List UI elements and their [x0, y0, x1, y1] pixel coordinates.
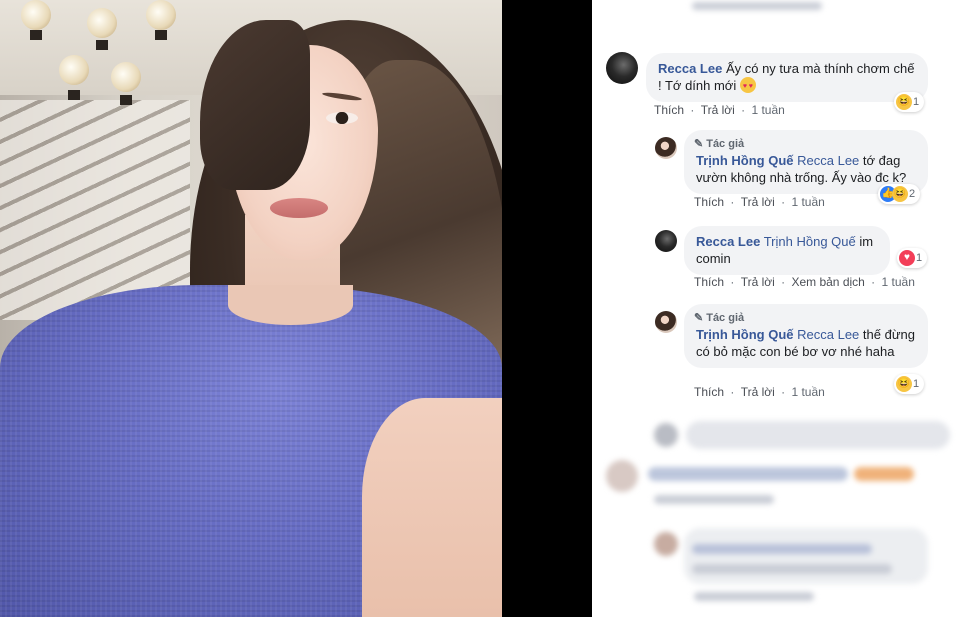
timestamp[interactable]: 1 tuần — [791, 195, 824, 209]
comment-author[interactable]: Recca Lee — [658, 61, 722, 76]
comment-actions: Thích · Trả lời · 1 tuần — [694, 195, 825, 209]
comment-actions: Thích · Trả lời · 1 tuần — [694, 385, 825, 399]
blurred-top-text — [692, 0, 842, 14]
timestamp[interactable]: 1 tuần — [882, 275, 915, 289]
love-reaction-icon: ♥ — [899, 250, 915, 266]
haha-reaction-icon: 😆 — [892, 186, 908, 202]
blurred-reply-box — [592, 415, 960, 455]
like-link[interactable]: Thích — [654, 103, 684, 117]
comment-bubble: ✎ Tác giả Trịnh Hồng Quế Recca Lee thế đừ… — [684, 304, 928, 368]
blurred-comment — [592, 455, 960, 515]
light-bulb — [111, 62, 141, 92]
mention[interactable]: Recca Lee — [797, 153, 859, 168]
avatar[interactable] — [655, 311, 677, 333]
lamp-cap — [96, 40, 108, 50]
like-link[interactable]: Thích — [694, 195, 724, 209]
lamp-cap — [30, 30, 42, 40]
author-badge: ✎ Tác giả — [694, 310, 744, 327]
reply-link[interactable]: Trả lời — [701, 103, 735, 117]
author-badge: ✎ Tác giả — [694, 136, 744, 153]
lamp-cap — [155, 30, 167, 40]
light-bulb — [21, 0, 51, 30]
lamp-cap — [120, 95, 132, 105]
neckline — [228, 285, 353, 325]
light-bulb — [59, 55, 89, 85]
reaction-count[interactable]: 😆 1 — [894, 92, 925, 112]
reaction-count[interactable]: 👍 😆 2 — [878, 184, 921, 204]
comment-actions: Thích · Trả lời · 1 tuần — [654, 103, 785, 117]
timestamp[interactable]: 1 tuần — [751, 103, 784, 117]
reply-link[interactable]: Trả lời — [741, 275, 775, 289]
pencil-icon: ✎ — [694, 312, 704, 324]
avatar[interactable] — [606, 52, 638, 84]
light-bulb — [87, 8, 117, 38]
mention[interactable]: Recca Lee — [797, 327, 859, 342]
see-translation-link[interactable]: Xem bản dịch — [791, 275, 864, 289]
haha-reaction-icon: 😆 — [896, 376, 912, 392]
eye — [326, 112, 358, 124]
comment-author[interactable]: Recca Lee — [696, 234, 760, 249]
arm — [362, 398, 502, 617]
comment-actions: Thích · Trả lời · Xem bản dịch · 1 tuần — [694, 275, 915, 289]
avatar[interactable] — [655, 137, 677, 159]
mention[interactable]: Trịnh Hồng Quế — [764, 234, 856, 249]
avatar[interactable] — [655, 230, 677, 252]
pencil-icon: ✎ — [694, 138, 704, 150]
reply-link[interactable]: Trả lời — [741, 385, 775, 399]
lamp-cap — [68, 90, 80, 100]
like-link[interactable]: Thích — [694, 275, 724, 289]
reaction-count[interactable]: ♥ 1 — [897, 248, 928, 268]
light-bulb — [146, 0, 176, 30]
blurred-comment — [592, 518, 960, 617]
timestamp[interactable]: 1 tuần — [791, 385, 824, 399]
comment-author[interactable]: Trịnh Hồng Quế — [696, 153, 794, 168]
like-link[interactable]: Thích — [694, 385, 724, 399]
selfie-photo — [0, 0, 502, 617]
lips — [270, 198, 328, 218]
comment-bubble: Recca Lee Ấy có ny tưa mà thính chơm chế… — [646, 53, 928, 102]
black-gap — [502, 0, 592, 617]
comments-panel: Recca Lee Ấy có ny tưa mà thính chơm chế… — [592, 0, 960, 617]
haha-reaction-icon: 😆 — [896, 94, 912, 110]
reaction-count[interactable]: 😆 1 — [894, 374, 925, 394]
reply-link[interactable]: Trả lời — [741, 195, 775, 209]
comment-bubble: Recca Lee Trịnh Hồng Quế im comin — [684, 226, 890, 275]
heart-eyes-emoji — [739, 77, 756, 95]
comment-author[interactable]: Trịnh Hồng Quế — [696, 327, 794, 342]
